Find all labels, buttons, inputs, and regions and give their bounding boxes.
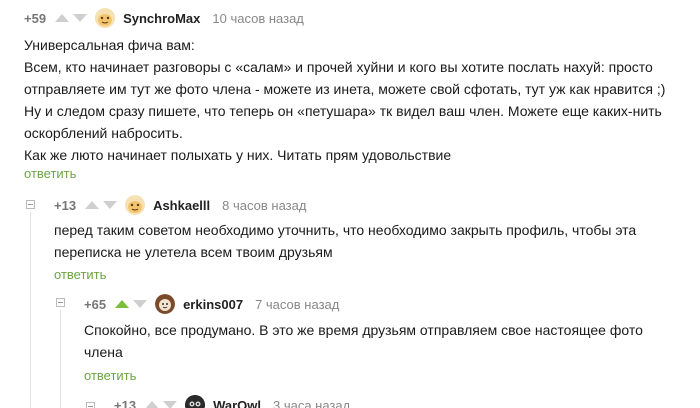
comment-line: отправляете им тут же фото члена - может… xyxy=(24,81,666,97)
upvote-icon[interactable] xyxy=(55,14,70,22)
comment-username[interactable]: SynchroMax xyxy=(123,11,200,26)
warowl-avatar[interactable] xyxy=(185,395,206,408)
comment-username[interactable]: WarOwl xyxy=(213,398,261,408)
upvote-icon[interactable] xyxy=(85,201,100,209)
comment-body: Универсальная фича вам: Всем, кто начина… xyxy=(24,34,665,166)
comment-header: +13 WarOwl 3 часа назад xyxy=(114,393,350,408)
collapse-toggle[interactable] xyxy=(26,200,35,209)
comment-header: +59 SynchroMax 10 часов назад xyxy=(24,6,304,30)
upvote-icon[interactable] xyxy=(145,401,160,408)
thread-line xyxy=(60,310,61,408)
downvote-icon[interactable] xyxy=(103,201,118,209)
comment-time[interactable]: 8 часов назад xyxy=(222,198,306,213)
comment-line: Спокойно, все продумано. В это же время … xyxy=(84,322,643,338)
thread-line xyxy=(30,212,31,408)
comment-body: Спокойно, все продумано. В это же время … xyxy=(84,319,643,363)
downvote-icon[interactable] xyxy=(73,14,88,22)
comment-line: Ну и следом сразу пишете, что теперь он … xyxy=(24,103,662,119)
reply-link[interactable]: ответить xyxy=(54,267,106,282)
comment-header: +65 erkins007 7 часов назад xyxy=(84,292,339,316)
comment-line: Универсальная фича вам: xyxy=(24,37,195,53)
comment-time[interactable]: 10 часов назад xyxy=(212,11,304,26)
comment-rating: +59 xyxy=(24,10,47,26)
comment-line: Всем, кто начинает разговоры с «салам» и… xyxy=(24,59,653,75)
reply-link[interactable]: ответить xyxy=(84,368,136,383)
comment-time[interactable]: 7 часов назад xyxy=(255,297,339,312)
downvote-icon[interactable] xyxy=(163,401,178,408)
comment-rating: +65 xyxy=(84,296,107,312)
comments-thread: +59 SynchroMax 10 часов назад Универсаль… xyxy=(0,0,700,408)
comment-username[interactable]: erkins007 xyxy=(183,297,243,312)
comment-header: +13 Ashkaelll 8 часов назад xyxy=(54,193,306,217)
comment-line: Как же люто начинает полыхать у них. Чит… xyxy=(24,147,452,163)
comment-body: перед таким советом необходимо уточнить,… xyxy=(54,219,636,263)
reply-link[interactable]: ответить xyxy=(24,166,76,181)
erkins007-avatar[interactable] xyxy=(155,294,176,314)
comment-rating: +13 xyxy=(54,197,77,213)
comment-time[interactable]: 3 часа назад xyxy=(273,398,350,408)
comment-line: оскорблений набросить. xyxy=(24,125,183,141)
upvote-icon[interactable] xyxy=(115,300,130,308)
comment-rating: +13 xyxy=(114,397,137,408)
downvote-icon[interactable] xyxy=(133,300,148,308)
ashkaelll-avatar[interactable] xyxy=(125,195,146,215)
comment-username[interactable]: Ashkaelll xyxy=(153,198,210,213)
comment-line: члена xyxy=(84,344,123,360)
synchromax-avatar[interactable] xyxy=(95,8,116,28)
collapse-toggle[interactable] xyxy=(86,402,95,408)
collapse-toggle[interactable] xyxy=(56,298,65,307)
comment-line: перед таким советом необходимо уточнить,… xyxy=(54,222,637,238)
comment-line: переписка не улетела всем твоим друзьям xyxy=(54,244,333,260)
